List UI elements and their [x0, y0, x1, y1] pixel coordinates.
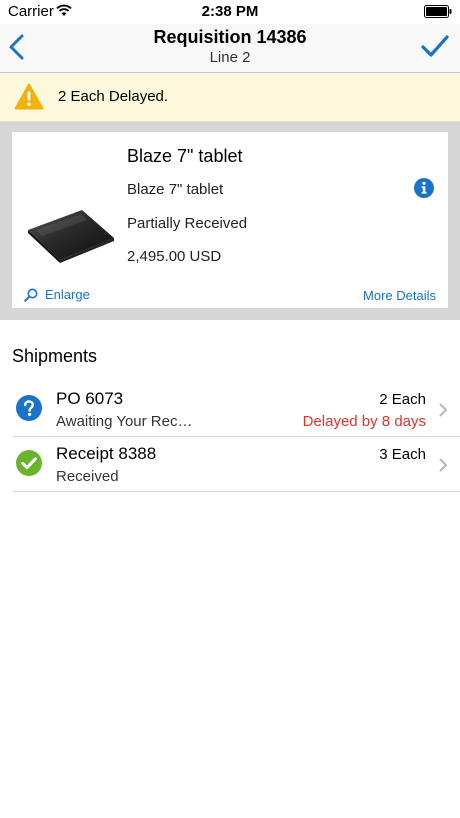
battery-icon: [424, 5, 452, 18]
row-divider: [12, 436, 460, 437]
shipment-quantity: 3 Each: [379, 446, 426, 463]
item-card: Blaze 7" tablet Blaze 7" tablet Partiall…: [12, 132, 448, 308]
shipment-subtitle: Awaiting Your Rec…: [56, 413, 193, 430]
alert-text: 2 Each Delayed.: [58, 88, 169, 105]
magnifier-icon: [24, 288, 38, 302]
delay-alert-banner: 2 Each Delayed.: [0, 73, 460, 122]
shipment-row-receipt[interactable]: Receipt 8388 Received 3 Each: [0, 438, 460, 492]
chevron-right-icon: [439, 403, 447, 417]
enlarge-label: Enlarge: [45, 287, 90, 302]
enlarge-link[interactable]: Enlarge: [24, 287, 90, 302]
shipment-delay: Delayed by 8 days: [302, 413, 426, 430]
info-icon[interactable]: [414, 178, 434, 198]
item-price: 2,495.00 USD: [127, 248, 222, 265]
page-subtitle: Line 2: [209, 49, 251, 66]
item-name: Blaze 7" tablet: [127, 146, 243, 166]
shipment-title: PO 6073: [56, 389, 124, 408]
more-details-link[interactable]: More Details: [363, 288, 436, 303]
check-icon: [16, 450, 42, 476]
shipments-heading: Shipments: [12, 346, 98, 366]
status-bar: Carrier 2:38 PM: [0, 0, 460, 24]
warning-icon: [14, 83, 44, 110]
item-card-container: Blaze 7" tablet Blaze 7" tablet Partiall…: [0, 122, 460, 320]
shipment-quantity: 2 Each: [379, 391, 426, 408]
checkmark-done-icon[interactable]: [420, 32, 450, 62]
item-status: Partially Received: [127, 215, 248, 232]
shipment-title: Receipt 8388: [56, 444, 157, 463]
shipment-subtitle: Received: [56, 468, 119, 485]
question-icon: [16, 395, 42, 421]
page-title: Requisition 14386: [153, 27, 307, 47]
product-image: [28, 210, 114, 263]
item-description: Blaze 7" tablet: [127, 181, 224, 198]
row-divider: [12, 491, 460, 492]
clock: 2:38 PM: [201, 3, 259, 20]
shipment-row-po[interactable]: PO 6073 Awaiting Your Rec… 2 Each Delaye…: [0, 383, 460, 437]
chevron-right-icon: [439, 458, 447, 472]
navigation-bar: Requisition 14386 Line 2: [0, 24, 460, 73]
